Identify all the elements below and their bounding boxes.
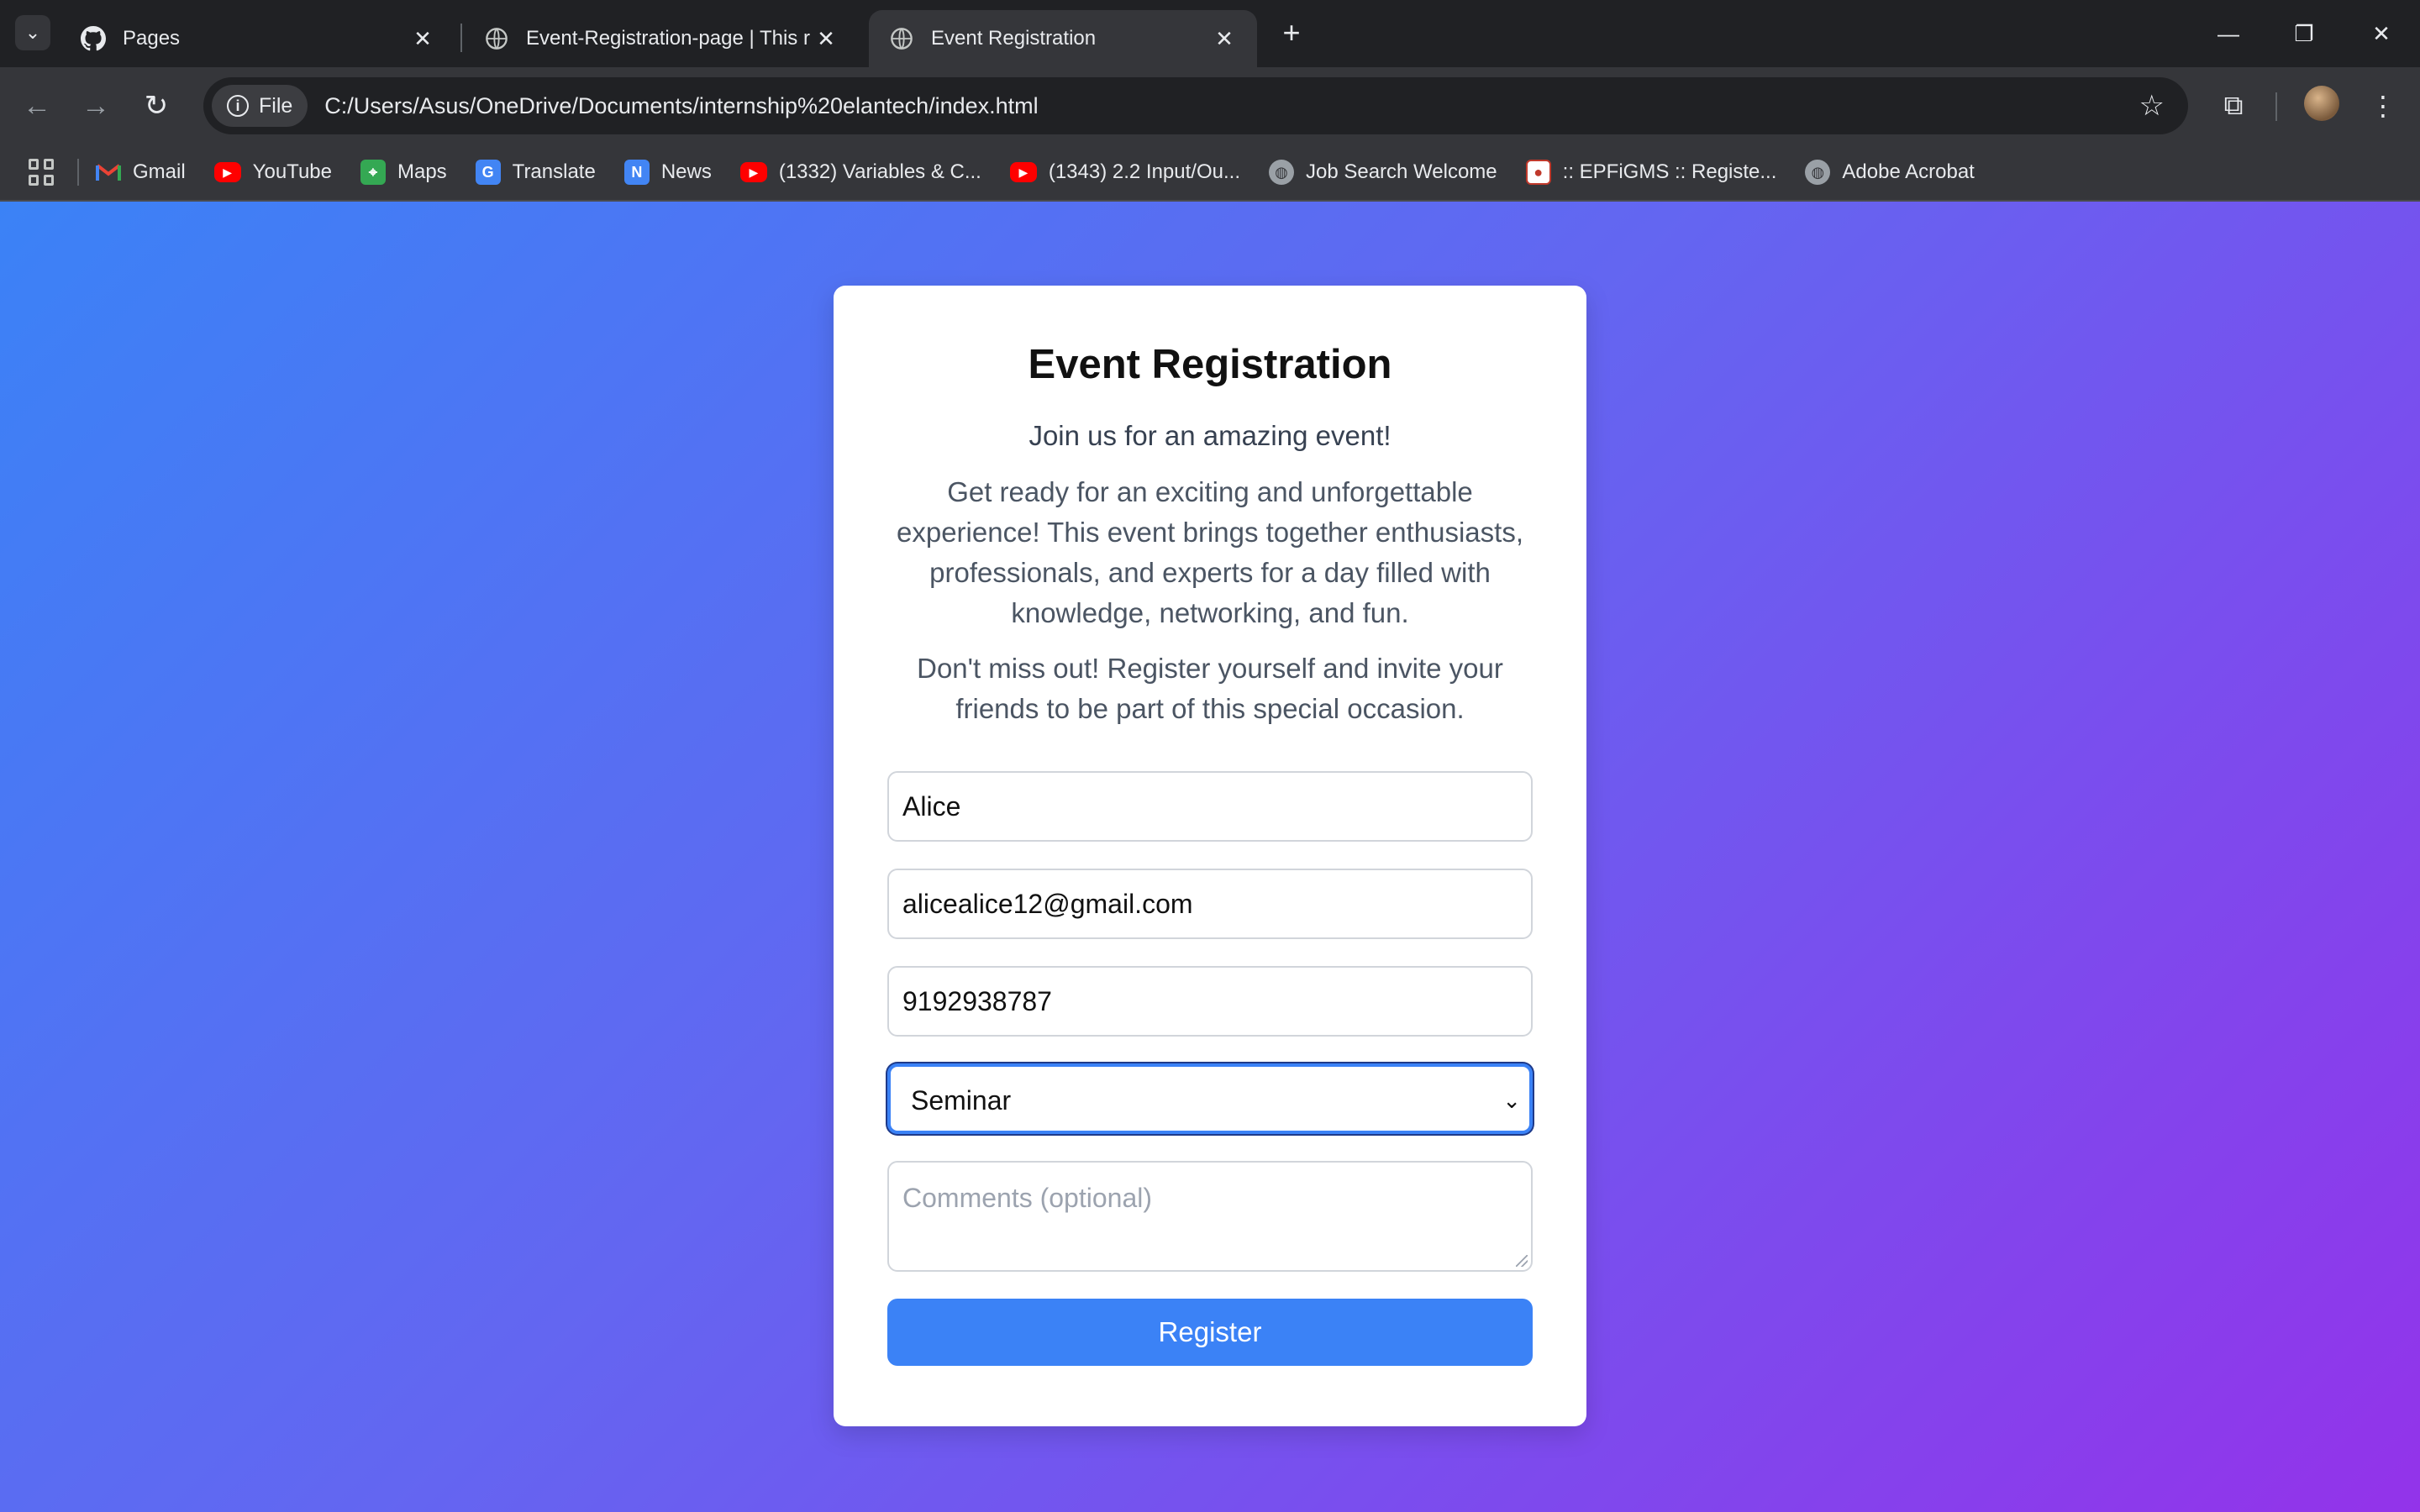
bookmark-gmail[interactable]: Gmail	[96, 160, 186, 185]
event-type-select[interactable]: Seminar ⌄	[887, 1063, 1533, 1134]
bookmark-input-output[interactable]: ▶ (1343) 2.2 Input/Ou...	[1009, 160, 1240, 184]
email-field[interactable]: alicealice12@gmail.com	[887, 869, 1533, 939]
close-icon[interactable]: ✕	[1212, 26, 1237, 51]
bookmark-youtube[interactable]: ▶ YouTube	[213, 160, 332, 184]
tab-event-registration[interactable]: Event Registration ✕	[869, 10, 1257, 67]
comments-placeholder: Comments (optional)	[902, 1183, 1152, 1213]
reload-button[interactable]: ↻	[136, 86, 176, 126]
arrow-left-icon: ←	[23, 89, 51, 122]
bookmark-label: YouTube	[252, 160, 332, 183]
registration-form: Alice alicealice12@gmail.com 9192938787 …	[887, 771, 1533, 1366]
kebab-menu-icon: ⋮	[2370, 91, 2396, 121]
site-info-label: File	[259, 93, 293, 118]
globe-icon: ◍	[1268, 160, 1294, 185]
name-field[interactable]: Alice	[887, 771, 1533, 842]
bookmark-label: Translate	[512, 160, 596, 183]
tab-strip: ⌄ Pages ✕ Event-Registration-page | This…	[0, 0, 2420, 67]
restore-icon: ❐	[2294, 20, 2314, 46]
tab-title: Event Registration	[931, 27, 1097, 50]
bookmark-label: Gmail	[133, 160, 186, 183]
restore-button[interactable]: ❐	[2279, 15, 2329, 52]
puzzle-icon: ⧉	[2223, 90, 2244, 120]
gmail-icon	[96, 160, 121, 185]
bookmark-maps[interactable]: ⌖ Maps	[360, 160, 447, 185]
bookmark-variables[interactable]: ▶ (1332) Variables & C...	[739, 160, 981, 184]
new-tab-button[interactable]: +	[1274, 15, 1309, 50]
site-info-chip[interactable]: i File	[212, 85, 308, 127]
youtube-icon: ▶	[1009, 162, 1037, 182]
bookmark-label: (1332) Variables & C...	[778, 160, 981, 183]
info-icon: i	[227, 95, 249, 117]
tab-pages[interactable]: Pages ✕	[60, 10, 455, 67]
event-type-value: Seminar	[911, 1085, 1012, 1116]
bookmark-label: News	[660, 160, 712, 183]
bookmarks-divider	[77, 159, 79, 186]
phone-field[interactable]: 9192938787	[887, 966, 1533, 1037]
bookmarks-bar: Gmail ▶ YouTube ⌖ Maps G Translate N New…	[0, 144, 2420, 202]
resize-handle-icon[interactable]	[1516, 1255, 1528, 1267]
menu-button[interactable]: ⋮	[2363, 86, 2403, 126]
tab-title: Pages	[123, 27, 181, 50]
event-description: Get ready for an exciting and unforgetta…	[897, 476, 1523, 628]
page-title: Event Registration	[1028, 342, 1392, 387]
bookmark-label: :: EPFiGMS :: Registe...	[1562, 160, 1777, 183]
epfigms-icon: ●	[1525, 160, 1551, 185]
page-background: Event Registration Join us for an amazin…	[0, 202, 2420, 1512]
tab-divider	[460, 24, 462, 52]
extensions-button[interactable]: ⧉	[2213, 86, 2254, 126]
plus-icon: +	[1282, 15, 1301, 50]
github-icon	[81, 26, 106, 51]
translate-icon: G	[475, 160, 501, 185]
tagline: Join us for an amazing event!	[1028, 420, 1392, 451]
address-bar[interactable]: i File C:/Users/Asus/OneDrive/Documents/…	[203, 77, 2188, 134]
bookmark-translate[interactable]: G Translate	[475, 160, 596, 185]
chevron-down-icon: ⌄	[1502, 1088, 1521, 1113]
globe-icon	[484, 26, 509, 51]
minimize-button[interactable]: —	[2203, 15, 2254, 52]
forward-button[interactable]: →	[76, 86, 116, 126]
chevron-down-icon: ⌄	[24, 22, 41, 43]
invite-text: Don't miss out! Register yourself and in…	[917, 653, 1503, 724]
reload-icon: ↻	[144, 90, 169, 122]
tab-search-button[interactable]: ⌄	[15, 15, 50, 50]
maps-icon: ⌖	[360, 160, 386, 185]
register-button[interactable]: Register	[887, 1299, 1533, 1366]
arrow-right-icon: →	[82, 89, 110, 122]
bookmark-label: Adobe Acrobat	[1842, 160, 1975, 183]
profile-avatar[interactable]	[2304, 86, 2339, 121]
bookmark-label: Maps	[397, 160, 447, 183]
toolbar-divider	[2275, 92, 2277, 121]
bookmark-label: (1343) 2.2 Input/Ou...	[1048, 160, 1240, 183]
youtube-icon: ▶	[213, 162, 241, 182]
bookmark-news[interactable]: N News	[623, 160, 712, 185]
close-icon[interactable]: ✕	[813, 26, 839, 51]
back-button[interactable]: ←	[17, 86, 57, 126]
minimize-icon: —	[2217, 20, 2239, 46]
close-icon[interactable]: ✕	[410, 26, 435, 51]
globe-icon	[889, 26, 914, 51]
bookmark-job-search[interactable]: ◍ Job Search Welcome	[1268, 160, 1497, 185]
browser-toolbar: ← → ↻ i File C:/Users/Asus/OneDrive/Docu…	[0, 67, 2420, 144]
youtube-icon: ▶	[739, 162, 767, 182]
star-icon[interactable]: ☆	[2139, 89, 2165, 123]
apps-grid-icon[interactable]	[29, 159, 55, 186]
tab-title: Event-Registration-page | This r	[526, 27, 810, 50]
url-text[interactable]: C:/Users/Asus/OneDrive/Documents/interns…	[324, 93, 1038, 119]
tab-event-registration-page[interactable]: Event-Registration-page | This r ✕	[464, 10, 859, 67]
close-window-button[interactable]: ✕	[2356, 15, 2407, 52]
close-icon: ✕	[2372, 20, 2391, 46]
news-icon: N	[623, 160, 650, 185]
globe-icon: ◍	[1805, 160, 1831, 185]
bookmark-adobe-acrobat[interactable]: ◍ Adobe Acrobat	[1805, 160, 1975, 185]
bookmark-epfigms[interactable]: ● :: EPFiGMS :: Registe...	[1525, 160, 1777, 185]
bookmark-label: Job Search Welcome	[1305, 160, 1497, 183]
comments-field[interactable]: Comments (optional)	[887, 1161, 1533, 1272]
registration-card: Event Registration Join us for an amazin…	[834, 286, 1586, 1426]
